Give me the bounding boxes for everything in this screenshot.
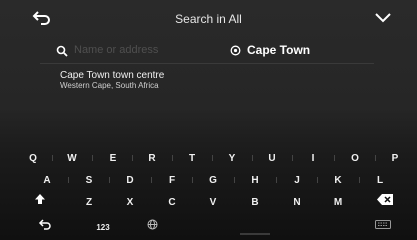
key-r[interactable]: R xyxy=(136,149,168,169)
key-k[interactable]: K xyxy=(322,171,354,191)
key-divider xyxy=(68,177,69,183)
key-h[interactable]: H xyxy=(239,171,271,191)
hide-keyboard-key[interactable] xyxy=(367,218,399,238)
return-key[interactable] xyxy=(28,218,60,238)
key-divider xyxy=(172,155,173,161)
key-l[interactable]: L xyxy=(364,171,396,191)
key-s[interactable]: S xyxy=(73,171,105,191)
key-divider xyxy=(151,177,152,183)
space-bar-mark xyxy=(240,233,270,235)
collapse-button[interactable] xyxy=(373,11,393,25)
key-divider xyxy=(132,155,133,161)
key-z[interactable]: Z xyxy=(73,193,105,213)
key-j[interactable]: J xyxy=(281,171,313,191)
keyboard-hide-icon xyxy=(375,220,391,229)
navigation-search-screen: Search in All Cape Town Cape Town town c… xyxy=(0,0,417,240)
key-d[interactable]: D xyxy=(114,171,146,191)
key-divider xyxy=(334,155,335,161)
globe-icon xyxy=(147,219,157,230)
shift-key[interactable] xyxy=(24,193,56,213)
key-u[interactable]: U xyxy=(256,149,288,169)
key-p[interactable]: P xyxy=(379,149,411,169)
key-divider xyxy=(252,155,253,161)
key-m[interactable]: M xyxy=(322,193,354,213)
key-t[interactable]: T xyxy=(176,149,208,169)
search-row: Cape Town xyxy=(40,36,374,64)
key-divider xyxy=(317,177,318,183)
search-input[interactable] xyxy=(74,41,224,59)
backspace-key[interactable] xyxy=(369,193,401,213)
key-o[interactable]: O xyxy=(339,149,371,169)
space-key[interactable] xyxy=(190,218,320,238)
key-w[interactable]: W xyxy=(56,149,88,169)
key-i[interactable]: I xyxy=(297,149,329,169)
key-divider xyxy=(192,177,193,183)
key-e[interactable]: E xyxy=(97,149,129,169)
key-y[interactable]: Y xyxy=(216,149,248,169)
on-screen-keyboard: Q W E R T Y U I O P A S D F G H J K L Z X C V B N M 123 xyxy=(0,148,417,240)
key-divider xyxy=(359,177,360,183)
key-divider xyxy=(276,177,277,183)
key-divider xyxy=(234,177,235,183)
key-c[interactable]: C xyxy=(156,193,188,213)
key-divider xyxy=(292,155,293,161)
search-icon xyxy=(56,45,68,57)
key-g[interactable]: G xyxy=(197,171,229,191)
shift-arrow-icon xyxy=(35,194,45,204)
key-v[interactable]: V xyxy=(197,193,229,213)
key-q[interactable]: Q xyxy=(17,149,49,169)
key-divider xyxy=(109,177,110,183)
numbers-key[interactable]: 123 xyxy=(87,218,119,238)
chevron-down-icon xyxy=(375,13,391,23)
key-f[interactable]: F xyxy=(156,171,188,191)
key-x[interactable]: X xyxy=(114,193,146,213)
result-title: Cape Town town centre xyxy=(60,70,165,81)
key-divider xyxy=(92,155,93,161)
key-b[interactable]: B xyxy=(239,193,271,213)
key-divider xyxy=(52,155,53,161)
key-n[interactable]: N xyxy=(281,193,313,213)
result-subtitle: Western Cape, South Africa xyxy=(60,81,159,90)
key-divider xyxy=(212,155,213,161)
key-a[interactable]: A xyxy=(31,171,63,191)
globe-key[interactable] xyxy=(136,218,168,238)
page-title: Search in All xyxy=(175,12,242,26)
city-label: Cape Town xyxy=(247,43,311,57)
location-target-icon xyxy=(230,45,241,55)
header-bar: Search in All xyxy=(0,0,417,36)
key-divider xyxy=(375,155,376,161)
search-result-item[interactable]: Cape Town town centre Western Cape, Sout… xyxy=(60,70,360,90)
backspace-icon xyxy=(377,194,393,205)
city-selector-button[interactable]: Cape Town xyxy=(230,40,310,60)
return-arrow-icon xyxy=(38,219,51,230)
